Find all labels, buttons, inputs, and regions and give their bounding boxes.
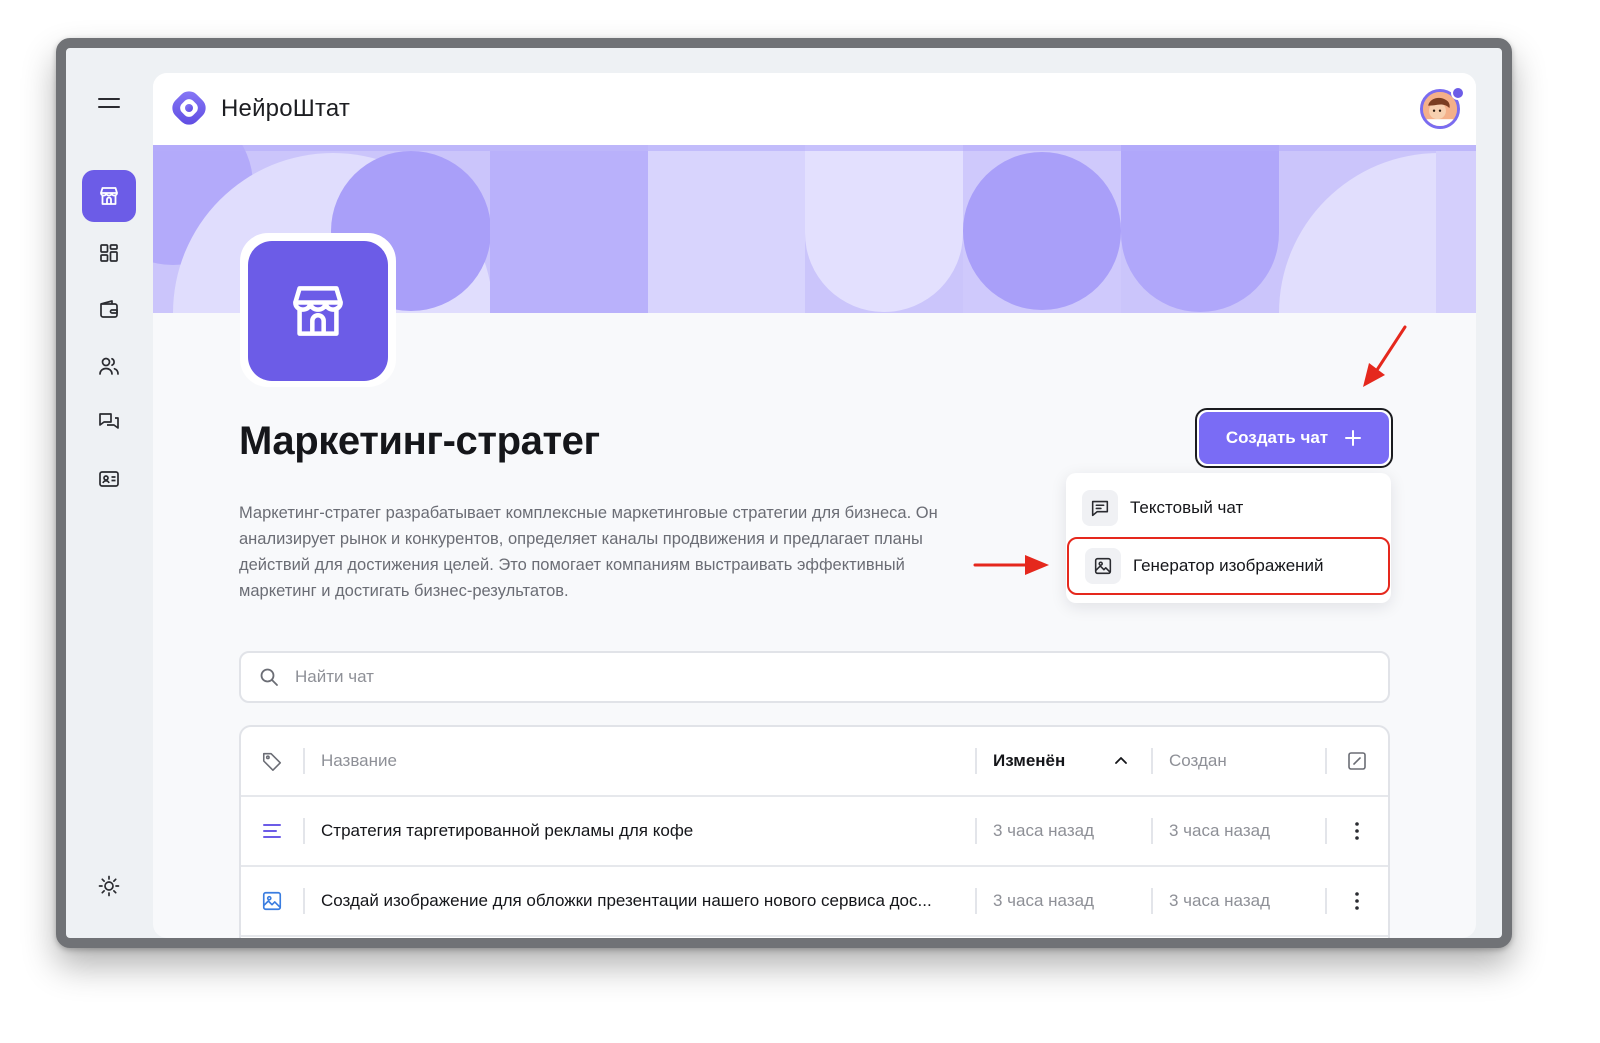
store-icon xyxy=(293,286,343,336)
wallet-icon xyxy=(100,300,118,318)
chat-icon xyxy=(99,413,119,429)
more-options-icon[interactable] xyxy=(1351,797,1363,865)
sidebar-item-users[interactable] xyxy=(82,340,136,392)
top-bar: НейроШтат xyxy=(153,73,1476,145)
create-chat-label: Создать чат xyxy=(1225,428,1329,447)
table-header: Название Изменён Создан xyxy=(241,727,1388,797)
annotation-arrow-icon xyxy=(973,555,1049,575)
chat-name[interactable]: Стратегия таргетированной рекламы для ко… xyxy=(321,797,693,865)
sidebar-item-profile-card[interactable] xyxy=(82,453,136,505)
more-options-icon[interactable] xyxy=(1351,867,1363,935)
app-window: НейроШтат Маркетинг-стратег Маркетинг-ст… xyxy=(56,38,1512,948)
sidebar-item-wallet[interactable] xyxy=(82,283,136,335)
assistant-avatar xyxy=(248,241,388,381)
sort-ascending-icon[interactable] xyxy=(1113,727,1129,795)
brand-name: НейроШтат xyxy=(221,95,351,122)
notification-dot xyxy=(1451,86,1465,100)
plus-icon xyxy=(1345,430,1362,446)
menu-item-image-generator[interactable]: Генератор изображений xyxy=(1067,537,1390,595)
sun-icon xyxy=(98,875,120,897)
store-icon xyxy=(100,187,118,205)
menu-item-text-chat[interactable]: Текстовый чат xyxy=(1066,479,1391,537)
sidebar-item-dashboard[interactable] xyxy=(82,227,136,279)
column-header-modified[interactable]: Изменён xyxy=(993,727,1065,795)
dashboard-icon xyxy=(100,244,118,262)
chat-modified: 3 часа назад xyxy=(993,821,1094,840)
annotation-arrow-icon xyxy=(1363,325,1407,387)
logo-icon xyxy=(172,91,206,125)
image-chat-icon xyxy=(261,867,283,935)
search-icon xyxy=(260,668,278,686)
chat-created: 3 часа назад xyxy=(1169,891,1270,910)
chat-name[interactable]: Создай изображение для обложки презентац… xyxy=(321,867,932,935)
main-panel: НейроШтат Маркетинг-стратег Маркетинг-ст… xyxy=(153,73,1476,938)
create-chat-button[interactable]: Создать чат xyxy=(1195,408,1393,468)
create-chat-menu: Текстовый чат Генератор изображений xyxy=(1066,473,1391,603)
tag-icon[interactable] xyxy=(261,727,283,795)
chat-created: 3 часа назад xyxy=(1169,821,1270,840)
chat-modified: 3 часа назад xyxy=(993,891,1094,910)
menu-item-label: Текстовый чат xyxy=(1130,498,1244,517)
table-row[interactable]: Создай изображение для обложки презентац… xyxy=(241,867,1388,937)
theme-toggle[interactable] xyxy=(82,860,136,912)
image-icon xyxy=(1094,557,1112,575)
column-header-name[interactable]: Название xyxy=(321,727,397,795)
assistant-description: Маркетинг-стратег разрабатывает комплекс… xyxy=(239,504,938,600)
text-chat-icon xyxy=(261,797,283,865)
sidebar-item-chats[interactable] xyxy=(82,396,136,448)
menu-item-label: Генератор изображений xyxy=(1133,556,1324,575)
page-title: Маркетинг-стратег xyxy=(239,419,600,463)
chats-table: Название Изменён Создан Стратегия таргет… xyxy=(239,725,1390,938)
table-row[interactable]: Стратегия таргетированной рекламы для ко… xyxy=(241,797,1388,867)
users-icon xyxy=(99,357,119,375)
search-bar[interactable] xyxy=(239,651,1390,703)
column-header-created[interactable]: Создан xyxy=(1169,727,1227,795)
menu-icon[interactable] xyxy=(98,98,120,112)
sidebar-item-store[interactable] xyxy=(82,170,136,222)
id-card-icon xyxy=(99,471,119,487)
edit-columns-icon[interactable] xyxy=(1347,727,1367,795)
search-input[interactable] xyxy=(295,667,895,687)
message-icon xyxy=(1091,500,1109,517)
